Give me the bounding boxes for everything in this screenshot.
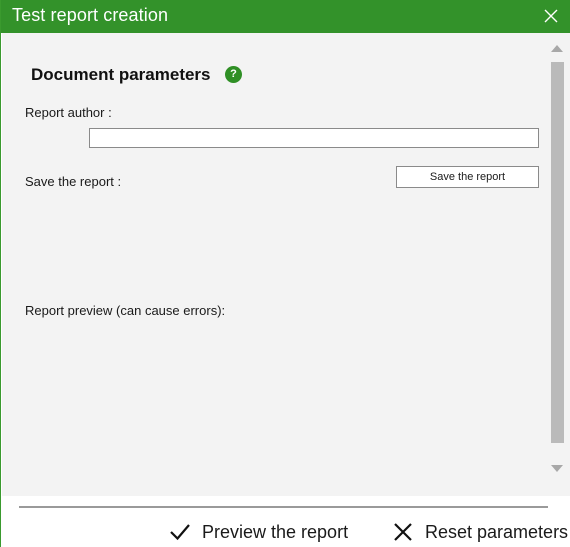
preview-report-button[interactable]: Preview the report <box>169 520 348 544</box>
content-panel: Document parameters ? Report author : Sa… <box>2 33 570 496</box>
help-icon[interactable]: ? <box>225 66 242 83</box>
author-label: Report author : <box>25 105 112 120</box>
preview-report-label: Preview the report <box>202 521 349 542</box>
footer-bar: Preview the report Reset parameters <box>2 496 570 547</box>
scroll-up-arrow-icon[interactable] <box>551 45 563 52</box>
close-icon <box>392 521 414 543</box>
section-title: Document parameters <box>31 65 211 84</box>
report-dialog: Test report creation Document parameters… <box>0 0 570 547</box>
checkmark-icon <box>169 521 191 543</box>
save-label: Save the report : <box>25 174 122 189</box>
scroll-down-arrow-icon[interactable] <box>551 465 563 472</box>
close-icon[interactable] <box>543 8 559 24</box>
title-bar: Test report creation <box>1 0 570 33</box>
save-report-button[interactable]: Save the report <box>396 166 539 188</box>
window-title: Test report creation <box>12 5 169 25</box>
vertical-scrollbar[interactable] <box>550 45 564 477</box>
scroll-thumb[interactable] <box>551 62 564 443</box>
author-input[interactable] <box>89 128 539 148</box>
preview-label: Report preview (can cause errors): <box>25 303 226 318</box>
reset-parameters-label: Reset parameters <box>425 521 569 542</box>
reset-parameters-button[interactable]: Reset parameters <box>392 520 568 544</box>
footer-divider <box>19 506 548 508</box>
